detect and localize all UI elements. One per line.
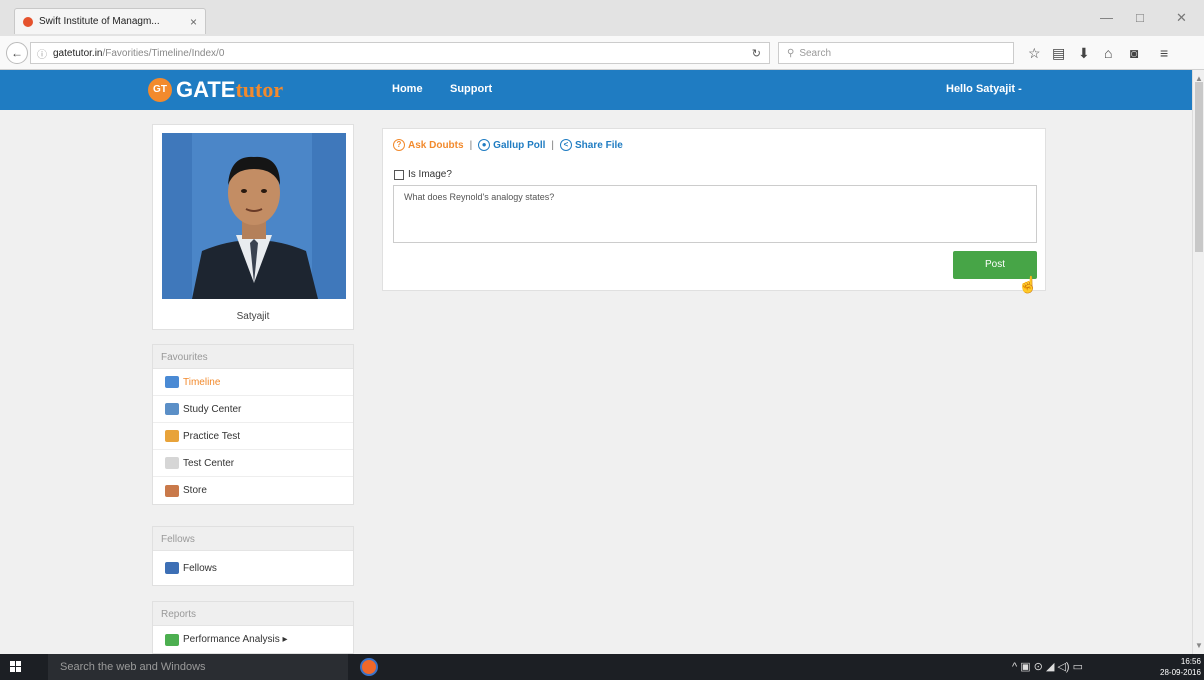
reader-icon[interactable]: ▤ (1052, 45, 1065, 62)
menu-icon[interactable]: ≡ (1160, 45, 1168, 61)
nav-home[interactable]: Home (392, 83, 423, 95)
browser-search-input[interactable]: ⚲ Search (778, 42, 1014, 64)
star-icon[interactable]: ☆ (1028, 45, 1041, 62)
sidebar-item-test-center[interactable]: Test Center (153, 450, 353, 477)
post-type-tabs: ? Ask Doubts | ● Gallup Poll | < Share F… (393, 139, 623, 151)
firefox-icon[interactable] (360, 658, 378, 676)
taskbar-search-input[interactable]: Search the web and Windows (48, 654, 348, 680)
sidebar-item-label: Timeline (183, 376, 221, 388)
browser-tabstrip: Swift Institute of Managm... × — □ ✕ (0, 0, 1204, 36)
tab-label: Ask Doubts (408, 139, 464, 151)
user-menu[interactable]: Hello Satyajit - (946, 83, 1022, 95)
info-icon: ⓘ (37, 49, 47, 61)
tab-gallup-poll[interactable]: ● Gallup Poll (478, 139, 545, 151)
sidebar-item-label: Study Center (183, 403, 242, 415)
scroll-thumb[interactable] (1195, 82, 1203, 252)
minimize-icon[interactable]: — (1100, 10, 1113, 25)
sidebar-item-practice-test[interactable]: Practice Test (153, 423, 353, 450)
post-text-input[interactable]: What does Reynold's analogy states? (393, 185, 1037, 243)
fellows-icon (165, 562, 179, 574)
profile-photo[interactable] (162, 133, 346, 299)
performance-chart-icon (165, 633, 179, 646)
profile-photo-image (162, 133, 346, 299)
is-image-option[interactable]: Is Image? (394, 169, 452, 180)
site-favicon-icon (23, 16, 33, 27)
fellows-heading: Fellows (153, 527, 353, 551)
sidebar-item-store[interactable]: Store (153, 477, 353, 504)
sidebar-item-timeline[interactable]: Timeline (153, 369, 353, 396)
sidebar-item-study-center[interactable]: Study Center (153, 396, 353, 423)
store-icon (165, 484, 179, 497)
tab-title: Swift Institute of Managm... (39, 16, 160, 27)
page-scrollbar[interactable]: ▲ ▼ (1192, 70, 1204, 654)
system-tray-icons[interactable]: ^ ▣ ⊙ ◢ ◁) ▭ (1012, 660, 1083, 673)
test-center-icon (165, 457, 179, 469)
profile-name: Satyajit (236, 311, 270, 322)
windows-taskbar: Search the web and Windows ^ ▣ ⊙ ◢ ◁) ▭ … (0, 654, 1204, 680)
url-path: /Favorities/Timeline/Index/0 (102, 47, 225, 59)
sidebar-item-label: Store (183, 485, 207, 496)
nav-support[interactable]: Support (450, 83, 492, 95)
address-bar[interactable]: ⓘ gatetutor.in /Favorities/Timeline/Inde… (30, 42, 770, 64)
tab-label: Share File (575, 139, 623, 151)
is-image-checkbox[interactable] (394, 169, 404, 180)
reports-heading: Reports (153, 602, 353, 626)
tab-close-icon[interactable]: × (190, 15, 197, 29)
site-header: GT GATE tutor Home Support Hello Satyaji… (0, 70, 1192, 110)
search-icon: ⚲ (787, 47, 795, 59)
clock-date: 28-09-2016 (1160, 668, 1201, 677)
maximize-icon[interactable]: □ (1136, 10, 1144, 25)
tab-separator: | (551, 139, 555, 151)
tab-separator: | (469, 139, 473, 151)
post-composer: ? Ask Doubts | ● Gallup Poll | < Share F… (382, 128, 1046, 291)
logo-badge: GT (148, 78, 172, 102)
practice-test-icon (165, 430, 179, 442)
sidebar-item-label: Test Center (183, 457, 235, 469)
close-window-icon[interactable]: ✕ (1176, 10, 1187, 26)
sidebar-item-label: Performance Analysis ▸ (183, 634, 288, 645)
home-icon[interactable]: ⌂ (1104, 45, 1112, 61)
windows-start-icon[interactable] (10, 661, 22, 673)
tab-share-file[interactable]: < Share File (560, 139, 623, 151)
url-host: gatetutor.in (53, 47, 103, 59)
timeline-icon (165, 376, 179, 388)
ask-doubts-icon: ? (393, 139, 405, 151)
clock-time: 16:56 (1180, 657, 1201, 666)
gallup-poll-icon: ● (478, 139, 491, 151)
fellows-panel: Fellows Fellows (152, 526, 354, 586)
reload-icon[interactable]: ↻ (752, 47, 761, 60)
sidebar-item-performance-analysis[interactable]: Performance Analysis ▸ (153, 626, 353, 653)
sidebar-item-label: Practice Test (183, 430, 241, 442)
profile-card: Satyajit (152, 124, 354, 330)
browser-tab[interactable]: Swift Institute of Managm... × (14, 8, 206, 34)
download-icon[interactable]: ⬇ (1078, 45, 1090, 62)
sidebar-item-fellows[interactable]: Fellows (153, 551, 353, 585)
is-image-label: Is Image? (408, 169, 452, 180)
pocket-icon[interactable]: ◙ (1130, 45, 1138, 61)
reports-panel: Reports Performance Analysis ▸ (152, 601, 354, 654)
browser-search-placeholder: Search (799, 47, 832, 59)
site-logo[interactable]: GT GATE tutor (148, 77, 283, 103)
scroll-down-icon[interactable]: ▼ (1195, 641, 1203, 650)
tab-ask-doubts[interactable]: ? Ask Doubts (393, 139, 464, 151)
share-file-icon: < (560, 139, 573, 151)
sidebar-item-label: Fellows (183, 562, 217, 574)
hand-cursor-icon: ☝ (1018, 277, 1038, 294)
taskbar-clock[interactable]: 16:56 28-09-2016 (1160, 656, 1201, 678)
logo-gate: GATE (176, 77, 236, 102)
favourites-panel: Favourites Timeline Study Center Practic… (152, 344, 354, 505)
back-button[interactable]: ← (6, 42, 28, 64)
tab-label: Gallup Poll (493, 139, 546, 151)
browser-navbar: ← ⓘ gatetutor.in /Favorities/Timeline/In… (0, 36, 1204, 70)
favourites-heading: Favourites (153, 345, 353, 369)
study-center-icon (165, 403, 179, 415)
logo-tutor: tutor (235, 77, 284, 102)
back-arrow-icon: ← (11, 46, 23, 60)
